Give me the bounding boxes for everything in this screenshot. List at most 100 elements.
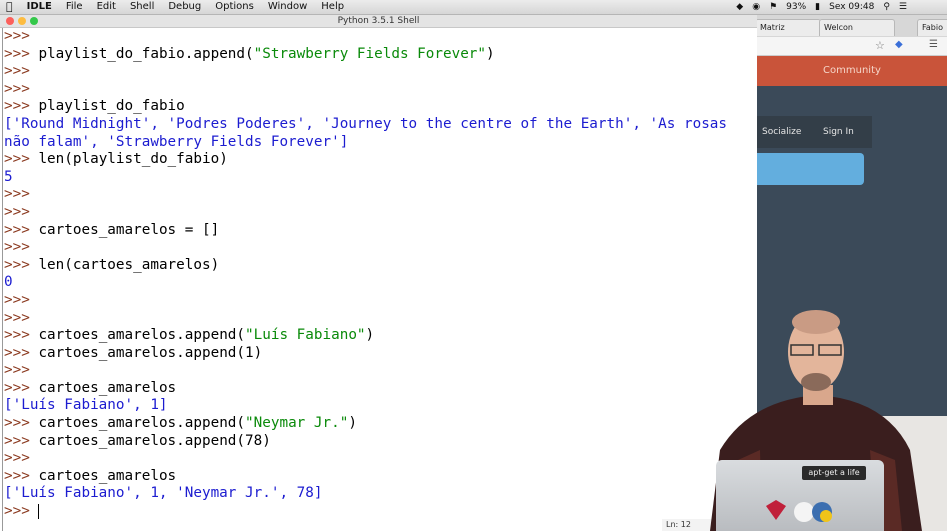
shell-text-area[interactable]: >>> >>> playlist_do_fabio.append("Strawb…	[0, 28, 756, 531]
prompt-marker: >>>	[4, 203, 39, 220]
shell-line: >>> cartoes_amarelos	[4, 468, 727, 486]
prompt-marker: >>>	[4, 256, 39, 273]
list-icon[interactable]: ☰	[899, 0, 907, 14]
shell-line: >>>	[4, 362, 727, 380]
prompt-marker: >>>	[4, 432, 39, 449]
extension-icon[interactable]: ◆	[895, 39, 903, 50]
community-link[interactable]: Community	[757, 56, 947, 86]
code-text: cartoes_amarelos.append(	[38, 415, 246, 432]
tab-matriz[interactable]: Matriz	[757, 19, 821, 36]
shell-line: 0	[4, 274, 727, 292]
sign-in-link[interactable]: Sign In	[823, 127, 854, 137]
laptop-sticker: apt-get a life	[802, 466, 866, 480]
output-text: 0	[4, 274, 13, 291]
tab-fabio[interactable]: Fabio	[917, 19, 947, 36]
community-label: Community	[823, 65, 881, 76]
code-text: )	[348, 415, 357, 432]
page-banner	[757, 153, 864, 185]
dropbox-icon[interactable]: ◆	[736, 0, 743, 14]
menu-window[interactable]: Window	[268, 0, 307, 14]
menu-file[interactable]: File	[66, 0, 83, 14]
apple-icon[interactable]: 	[6, 0, 13, 14]
shell-lines: >>> >>> playlist_do_fabio.append("Strawb…	[4, 28, 727, 521]
code-text: "Neymar Jr."	[245, 415, 349, 432]
prompt-marker: >>>	[4, 45, 39, 62]
prompt-marker: >>>	[4, 98, 39, 115]
shell-line: >>> cartoes_amarelos.append("Luís Fabian…	[4, 327, 727, 345]
clock[interactable]: Sex 09:48	[829, 0, 874, 14]
prompt-marker: >>>	[4, 379, 39, 396]
prompt-marker: >>>	[4, 503, 39, 520]
prompt-marker: >>>	[4, 63, 39, 80]
code-text: playlist_do_fabio	[38, 98, 185, 115]
site-nav: Socialize Sign In	[757, 116, 872, 148]
prompt-marker: >>>	[4, 186, 39, 203]
code-text: cartoes_amarelos.append(1)	[38, 344, 263, 361]
shell-line: >>>	[4, 239, 727, 257]
shell-line: >>>	[4, 204, 727, 222]
shell-line: >>> cartoes_amarelos	[4, 380, 727, 398]
output-text: ['Luís Fabiano', 1, 'Neymar Jr.', 78]	[4, 485, 323, 502]
output-text: ['Round Midnight', 'Podres Poderes', 'Jo…	[4, 115, 728, 132]
shell-line: >>> cartoes_amarelos.append("Neymar Jr."…	[4, 415, 727, 433]
line-number: Ln: 12	[666, 520, 691, 529]
menu-edit[interactable]: Edit	[97, 0, 116, 14]
shell-line: >>>	[4, 292, 727, 310]
output-text: não falam', 'Strawberry Fields Forever']	[4, 133, 349, 150]
code-text: "Luís Fabiano"	[245, 327, 366, 344]
code-text: playlist_do_fabio.append(	[38, 45, 254, 62]
socialize-link[interactable]: Socialize	[762, 127, 801, 137]
prompt-marker: >>>	[4, 415, 39, 432]
prompt-marker: >>>	[4, 151, 39, 168]
prompt-marker: >>>	[4, 327, 39, 344]
shell-line: >>>	[4, 81, 727, 99]
menu-debug[interactable]: Debug	[168, 0, 201, 14]
star-icon[interactable]: ☆	[875, 39, 885, 52]
code-text: cartoes_amarelos.append(	[38, 327, 246, 344]
zoom-window-button[interactable]	[30, 17, 38, 25]
shell-line: ['Luís Fabiano', 1, 'Neymar Jr.', 78]	[4, 485, 727, 503]
shell-line: >>>	[4, 186, 727, 204]
prompt-marker: >>>	[4, 467, 39, 484]
wifi-icon[interactable]: ◉	[752, 0, 760, 14]
window-title-bar: Python 3.5.1 Shell	[0, 15, 757, 28]
tab-label: Welcon	[824, 23, 853, 32]
menu-help[interactable]: Help	[321, 0, 344, 14]
battery-icon: ▮	[815, 2, 821, 12]
shell-line: >>> len(playlist_do_fabio)	[4, 151, 727, 169]
code-text: len(playlist_do_fabio)	[38, 151, 228, 168]
flag-icon[interactable]: ⚑	[769, 0, 777, 14]
menu-options[interactable]: Options	[215, 0, 254, 14]
shell-line: >>> cartoes_amarelos.append(78)	[4, 433, 727, 451]
code-text: )	[365, 327, 375, 344]
code-text: cartoes_amarelos	[38, 467, 177, 484]
minimize-window-button[interactable]	[18, 17, 26, 25]
code-text: cartoes_amarelos.append(78)	[38, 432, 271, 449]
shell-line: >>>	[4, 310, 727, 328]
code-text: )	[486, 45, 495, 62]
menu-shell[interactable]: Shell	[130, 0, 154, 14]
browser-toolbar: ☆ ◆ ☰	[757, 37, 947, 56]
prompt-marker: >>>	[4, 291, 39, 308]
prompt-marker: >>>	[4, 239, 39, 256]
menu-icon[interactable]: ☰	[929, 39, 938, 50]
output-text: ['Luís Fabiano', 1]	[4, 397, 168, 414]
shell-line: >>> cartoes_amarelos.append(1)	[4, 345, 727, 363]
tab-label: Fabio	[922, 23, 943, 32]
shell-line: >>>	[4, 28, 727, 46]
tab-welcome[interactable]: Welcon	[819, 19, 895, 36]
code-text: cartoes_amarelos	[38, 379, 177, 396]
code-text: len(cartoes_amarelos)	[38, 256, 220, 273]
shell-line: >>> cartoes_amarelos = []	[4, 222, 727, 240]
output-text: 5	[4, 168, 13, 185]
shell-line: >>>	[4, 450, 727, 468]
shell-line: >>>	[4, 63, 727, 81]
search-icon[interactable]: ⚲	[883, 0, 890, 14]
gutter-line	[2, 28, 3, 531]
shell-line: >>> playlist_do_fabio.append("Strawberry…	[4, 46, 727, 64]
prompt-marker: >>>	[4, 362, 39, 379]
app-menu[interactable]: IDLE	[27, 0, 52, 14]
close-window-button[interactable]	[6, 17, 14, 25]
tab-label: Matriz	[760, 23, 785, 32]
battery-label[interactable]: 93%	[786, 0, 806, 14]
